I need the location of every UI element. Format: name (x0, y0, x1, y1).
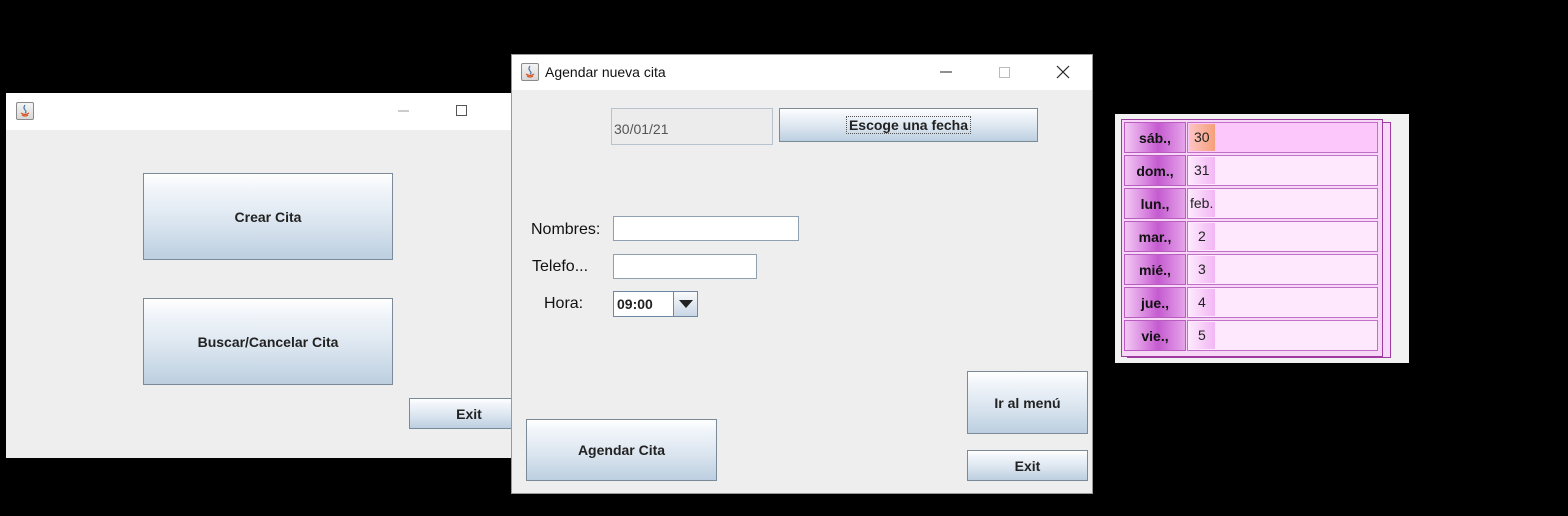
minimize-icon (398, 110, 409, 112)
escoge-fecha-button[interactable]: Escoge una fecha (779, 108, 1038, 142)
calendar-day-number: 3 (1198, 261, 1206, 277)
dropdown-arrow-icon (679, 300, 693, 308)
calendar-day-label: jue., (1124, 287, 1186, 318)
calendar-day-value[interactable]: 3 (1187, 254, 1378, 285)
minimize-button[interactable] (388, 99, 418, 123)
calendar-day-value[interactable]: 30 (1187, 122, 1378, 153)
telefono-label: Telefo... (532, 258, 589, 275)
calendar-day-label: sáb., (1124, 122, 1186, 153)
calendar-day-value[interactable]: 31 (1187, 155, 1378, 186)
java-app-icon (521, 63, 539, 81)
minimize-icon (940, 71, 952, 73)
hora-dropdown-button[interactable] (673, 292, 697, 316)
maximize-icon (456, 105, 467, 116)
escoge-fecha-label: Escoge una fecha (845, 116, 972, 134)
main-window: Crear Cita Buscar/Cancelar Cita Exit (6, 93, 529, 458)
hora-label: Hora: (544, 295, 584, 312)
dialog-maximize-button[interactable] (989, 60, 1019, 84)
telefono-input[interactable] (613, 254, 757, 279)
maximize-button[interactable] (446, 99, 476, 123)
dialog-titlebar: Agendar nueva cita (512, 55, 1092, 90)
calendar-day-value[interactable]: 2 (1187, 221, 1378, 252)
dialog-minimize-button[interactable] (931, 60, 961, 84)
calendar-day-label: vie., (1124, 320, 1186, 351)
calendar-day-label: dom., (1124, 155, 1186, 186)
java-app-icon (16, 102, 34, 120)
calendar-day-number: 5 (1198, 327, 1206, 343)
calendar-day-number: 30 (1194, 129, 1210, 145)
agendar-cita-button[interactable]: Agendar Cita (526, 419, 717, 481)
crear-cita-button[interactable]: Crear Cita (143, 173, 393, 260)
calendar-day-number: 4 (1198, 294, 1206, 310)
calendar-day-number: 31 (1194, 162, 1210, 178)
maximize-icon (999, 67, 1010, 78)
calendar-day-value[interactable]: feb. (1187, 188, 1378, 219)
calendar-frame: sáb., 30 dom., 31 lun., feb. mar., 2 mié… (1121, 119, 1383, 357)
calendar-day-number: feb. (1190, 195, 1214, 211)
dialog-exit-button[interactable]: Exit (967, 450, 1088, 481)
calendar-day-value[interactable]: 5 (1187, 320, 1378, 351)
dialog-close-button[interactable] (1048, 60, 1078, 84)
agendar-dialog: Agendar nueva cita 30/01/21 Escoge una f… (511, 54, 1093, 494)
buscar-cancelar-cita-button[interactable]: Buscar/Cancelar Cita (143, 298, 393, 385)
nombres-label: Nombres: (531, 221, 601, 238)
calendar-day-number: 2 (1198, 228, 1206, 244)
dialog-title: Agendar nueva cita (545, 64, 666, 80)
main-window-titlebar (6, 93, 511, 130)
calendar-day-label: lun., (1124, 188, 1186, 219)
calendar-day-value[interactable]: 4 (1187, 287, 1378, 318)
close-icon (1056, 65, 1070, 79)
ir-al-menu-button[interactable]: Ir al menú (967, 371, 1088, 434)
calendar-day-label: mié., (1124, 254, 1186, 285)
selected-date-field: 30/01/21 (611, 108, 773, 145)
calendar-popup: sáb., 30 dom., 31 lun., feb. mar., 2 mié… (1115, 114, 1409, 363)
hora-select[interactable]: 09:00 (613, 291, 698, 317)
calendar-day-label: mar., (1124, 221, 1186, 252)
nombres-input[interactable] (613, 216, 799, 241)
hora-selected-value: 09:00 (617, 296, 653, 312)
